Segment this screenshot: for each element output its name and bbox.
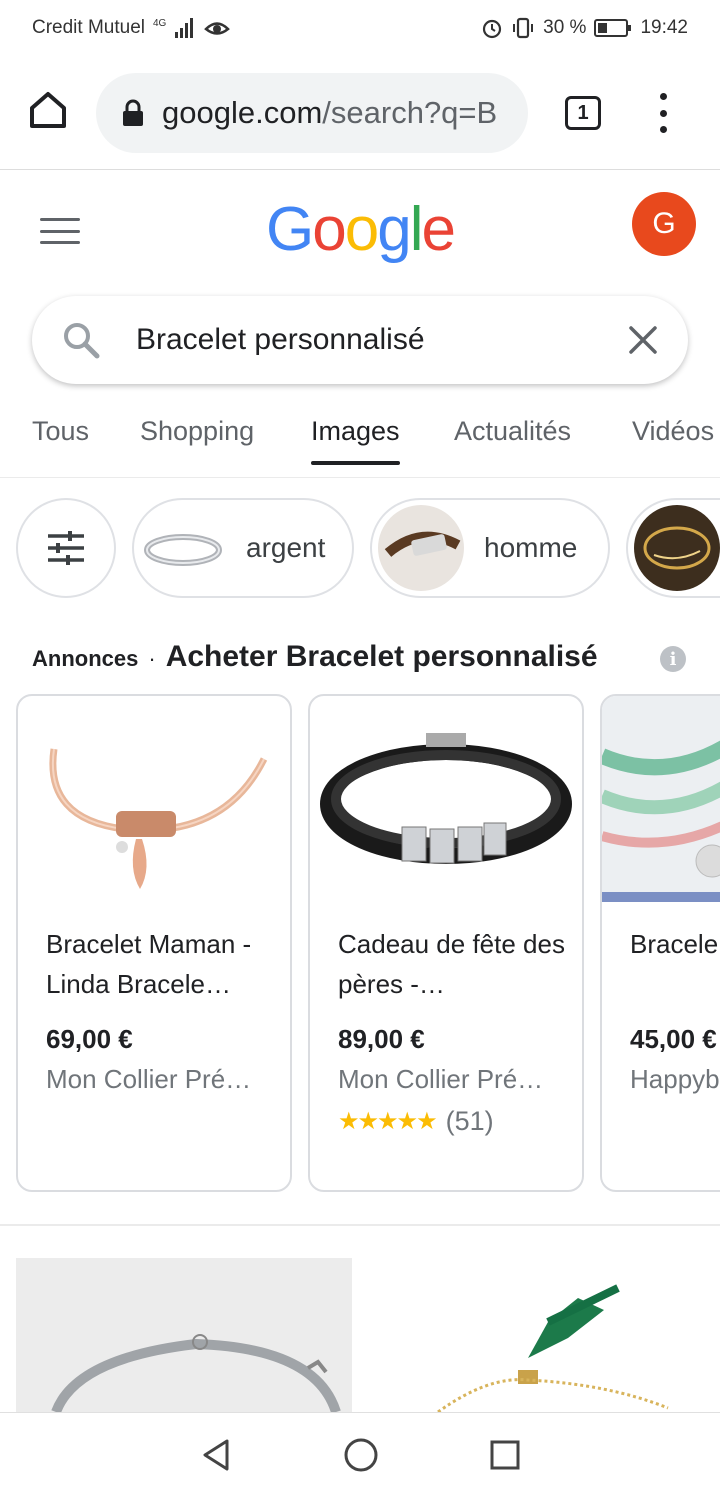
product-seller: Mon Collier Pré… <box>46 1064 252 1094</box>
battery-percent: 30 % <box>543 17 587 38</box>
url-path: /search?q=B <box>322 95 498 130</box>
url-text: google.com/search?q=B <box>162 95 497 131</box>
image-result[interactable] <box>16 1258 352 1412</box>
clear-icon[interactable] <box>628 325 658 355</box>
search-input[interactable]: Bracelet personnalisé <box>136 323 628 357</box>
product-card[interactable]: Bracelet Maman - Linda Bracele… 69,00 € … <box>16 694 292 1192</box>
tab-switcher-button[interactable]: 1 <box>565 96 601 130</box>
eye-icon <box>204 22 231 35</box>
browser-menu-button[interactable] <box>650 93 676 133</box>
chip-argent[interactable]: argent <box>132 498 354 598</box>
product-price: 69,00 € <box>46 1024 133 1054</box>
filter-chips: argent homme <box>0 498 720 598</box>
product-card[interactable]: Bracele 3 Tours 45,00 € Happyb <box>600 694 720 1192</box>
browser-home-button[interactable] <box>24 86 72 134</box>
logo-letter: o <box>344 195 380 264</box>
clock: 19:42 <box>640 17 688 38</box>
product-title: Bracele 3 Tours <box>630 929 720 959</box>
account-avatar[interactable]: G <box>632 192 696 256</box>
network-type: 4G <box>153 17 167 29</box>
tab-images[interactable]: Images <box>311 416 400 465</box>
tab-videos[interactable]: Vidéos <box>632 416 714 447</box>
system-navigation-bar <box>0 1412 720 1496</box>
tab-shopping[interactable]: Shopping <box>140 416 254 447</box>
battery-icon <box>594 19 632 37</box>
home-icon <box>30 92 66 128</box>
status-bar: Credit Mutuel 4G 30 % 19:42 <box>0 0 720 56</box>
chip-gold-bracelet[interactable] <box>626 498 720 598</box>
product-image <box>310 696 582 902</box>
image-result[interactable] <box>368 1258 704 1412</box>
vibrate-icon <box>513 17 534 39</box>
logo-letter: G <box>266 195 314 264</box>
product-seller: Mon Collier Pré… <box>338 1064 544 1094</box>
product-card[interactable]: Cadeau de fête des pères -… 89,00 € Mon … <box>308 694 584 1192</box>
search-tabs: Tous Shopping Images Actualités Vidéos <box>0 400 720 478</box>
carrier-name: Credit Mutuel <box>32 17 145 38</box>
logo-letter: e <box>421 195 456 264</box>
shopping-ads-carousel: Bracelet Maman - Linda Bracele… 69,00 € … <box>0 694 720 1194</box>
tab-count: 1 <box>577 101 589 124</box>
address-bar[interactable]: google.com/search?q=B <box>96 73 528 153</box>
tab-news[interactable]: Actualités <box>454 416 571 447</box>
home-icon[interactable] <box>343 1437 379 1473</box>
logo-letter: g <box>377 195 412 264</box>
product-seller: Happyb <box>630 1064 720 1094</box>
chip-homme[interactable]: homme <box>370 498 610 598</box>
alarm-icon <box>483 19 502 39</box>
rating-count: (51) <box>445 1106 494 1136</box>
silver-cuff-thumbnail <box>140 505 226 591</box>
product-image <box>18 696 290 902</box>
section-divider <box>0 1224 720 1226</box>
logo-letter: l <box>409 195 424 264</box>
search-icon[interactable] <box>62 321 100 359</box>
filters-button[interactable] <box>16 498 116 598</box>
chip-label: argent <box>246 532 326 563</box>
chip-label: homme <box>484 532 578 563</box>
back-icon[interactable] <box>199 1438 233 1472</box>
product-price: 45,00 € <box>630 1024 717 1054</box>
signal-icon <box>175 18 194 38</box>
tune-icon <box>48 531 84 565</box>
hamburger-menu-icon[interactable] <box>40 218 80 244</box>
recents-icon[interactable] <box>489 1439 521 1471</box>
leather-bracelet-thumbnail <box>378 505 464 591</box>
lock-icon <box>123 99 143 126</box>
tab-all[interactable]: Tous <box>32 416 89 447</box>
ads-header: Annonces · Acheter Bracelet personnalisé <box>32 640 692 680</box>
ads-separator: · <box>148 646 156 671</box>
url-host: google.com <box>162 95 323 130</box>
logo-letter: o <box>312 195 347 264</box>
avatar-initial: G <box>652 207 676 240</box>
google-header: Google G <box>0 170 720 290</box>
gold-bracelet-thumbnail <box>634 505 720 591</box>
product-title: Bracelet Maman - Linda Bracele… <box>46 929 252 999</box>
product-image <box>602 696 720 902</box>
star-rating-icon: ★★★★★ <box>338 1108 438 1135</box>
browser-toolbar: google.com/search?q=B 1 <box>0 56 720 170</box>
info-icon[interactable]: i <box>660 646 686 672</box>
search-box[interactable]: Bracelet personnalisé <box>32 296 688 384</box>
product-title: Cadeau de fête des pères -… <box>338 929 565 999</box>
image-results-grid <box>0 1258 720 1412</box>
product-rating: ★★★★★ (51) <box>338 1106 494 1137</box>
product-price: 89,00 € <box>338 1024 425 1054</box>
ads-label: Annonces <box>32 646 139 671</box>
ads-heading: Acheter Bracelet personnalisé <box>165 640 598 673</box>
google-logo[interactable]: Google <box>266 194 456 265</box>
